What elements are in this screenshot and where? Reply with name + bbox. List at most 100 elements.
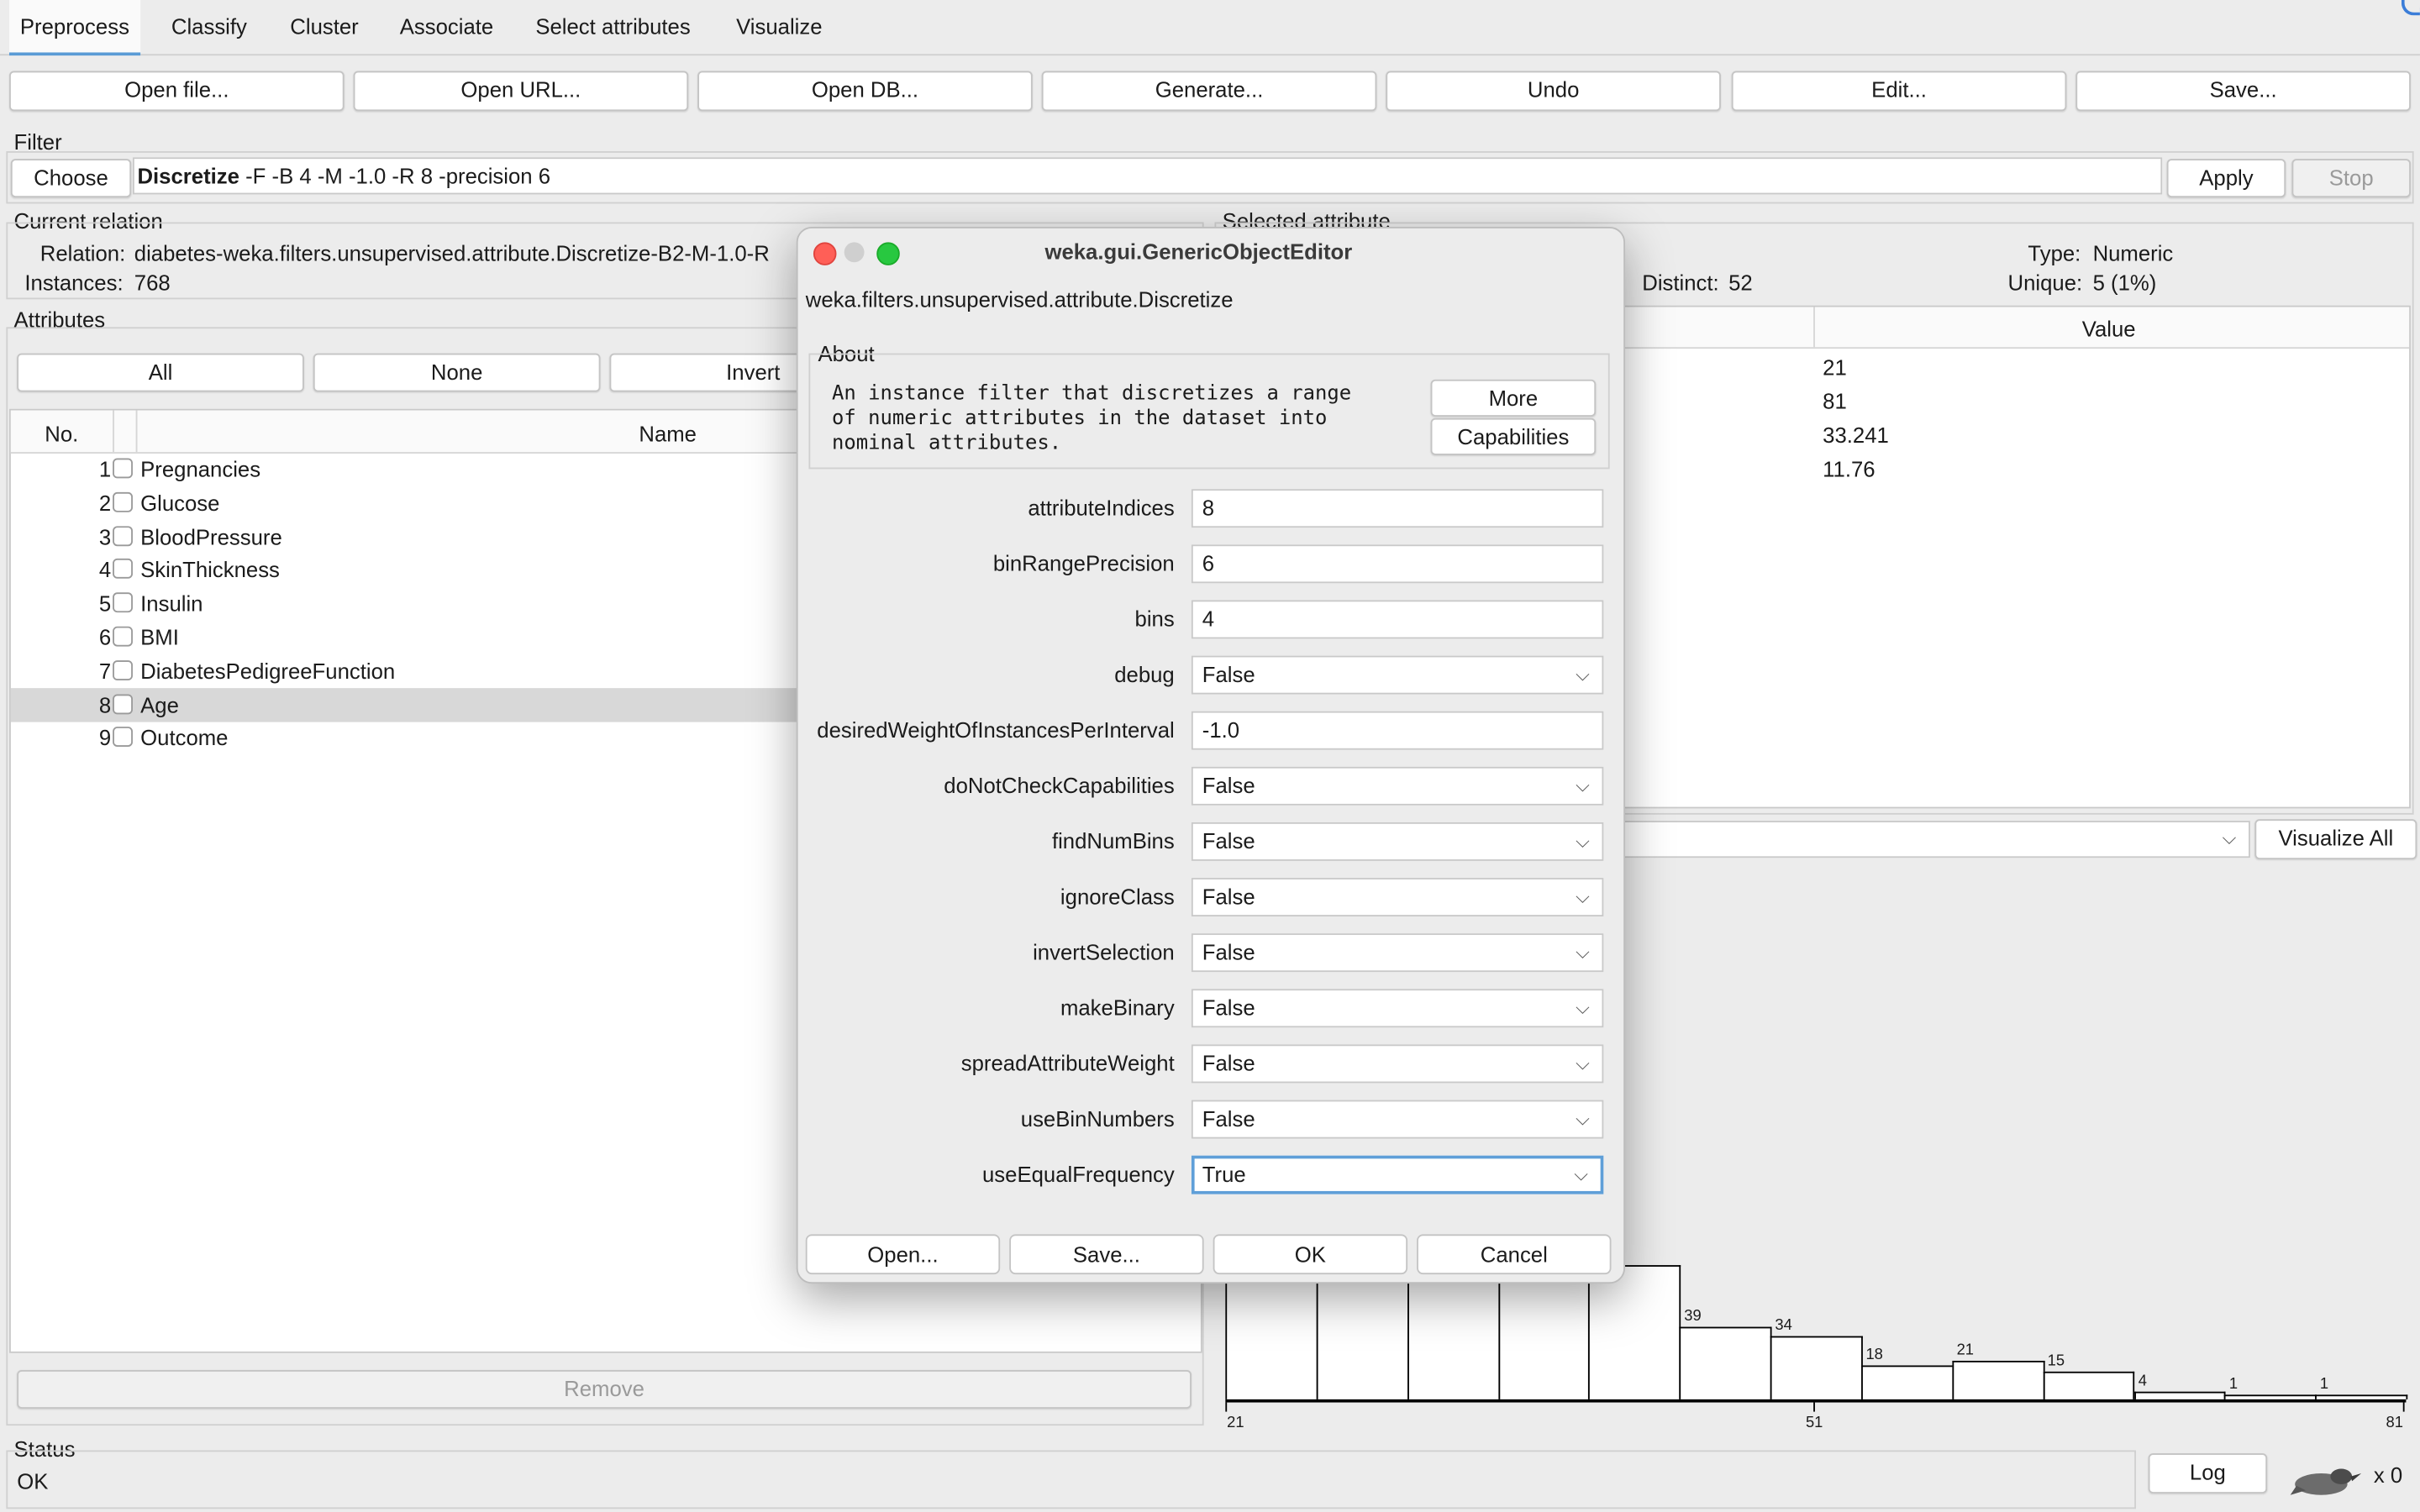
capabilities-button[interactable]: Capabilities [1430, 417, 1597, 455]
select-none-button[interactable]: None [313, 353, 601, 392]
row-checkbox[interactable] [113, 525, 133, 546]
tab-cluster[interactable]: Cluster [279, 0, 369, 52]
generate-button[interactable]: Generate... [1041, 71, 1377, 112]
type-label: Type: [2028, 240, 2081, 265]
param-select[interactable]: False ⌵ [1191, 878, 1604, 916]
column-header-name[interactable]: Name [639, 421, 697, 445]
more-button[interactable]: More [1430, 379, 1597, 417]
param-select[interactable]: False ⌵ [1191, 766, 1604, 806]
dialog-ok-button[interactable]: OK [1213, 1234, 1408, 1275]
row-checkbox[interactable] [113, 693, 133, 714]
histogram-count-label: 4 [2138, 1373, 2147, 1391]
tab-visualize[interactable]: Visualize [725, 0, 833, 52]
column-header-no[interactable]: No. [45, 421, 78, 445]
instances-value: 768 [134, 270, 171, 295]
column-header-value[interactable]: Value [2082, 317, 2136, 341]
tab-associate[interactable]: Associate [389, 0, 504, 52]
param-input[interactable]: 8 [1191, 489, 1604, 528]
edit-button[interactable]: Edit... [1731, 71, 2067, 112]
table-row[interactable]: 5 Insulin [11, 586, 813, 620]
param-value: False [1202, 995, 1255, 1021]
row-checkbox[interactable] [113, 592, 133, 613]
undo-button[interactable]: Undo [1386, 71, 1721, 112]
row-number: 1 [98, 456, 112, 482]
filter-spec-field[interactable]: Discretize -F -B 4 -M -1.0 -R 8 -precisi… [132, 157, 2163, 195]
param-select[interactable]: False ⌵ [1191, 822, 1604, 861]
histogram-bar [1497, 1265, 1591, 1399]
histogram-bar [2133, 1392, 2227, 1399]
dialog-save-button[interactable]: Save... [1009, 1234, 1204, 1275]
tab-preprocess[interactable]: Preprocess [9, 0, 140, 56]
param-value: True [1202, 1162, 1246, 1187]
table-row[interactable]: 9 Outcome [11, 721, 813, 754]
param-select[interactable]: False ⌵ [1191, 1044, 1604, 1084]
param-value: 4 [1202, 606, 1215, 632]
zoom-window-icon[interactable] [876, 242, 900, 265]
row-checkbox[interactable] [113, 659, 133, 680]
row-number: 8 [98, 691, 112, 717]
select-all-button[interactable]: All [17, 353, 304, 392]
stat-value-minimum: 21 [1823, 354, 1847, 380]
task-count: x 0 [2373, 1462, 2403, 1488]
dialog-open-button[interactable]: Open... [805, 1234, 1001, 1275]
param-select[interactable]: False ⌵ [1191, 989, 1604, 1028]
table-row[interactable]: 4 SkinThickness [11, 553, 813, 586]
close-window-icon[interactable] [813, 242, 837, 265]
param-value: False [1202, 1105, 1255, 1131]
row-checkbox[interactable] [113, 458, 133, 479]
chevron-down-icon: ⌵ [1576, 885, 1590, 907]
table-row[interactable]: 8 Age [10, 687, 813, 722]
histogram-bar [1679, 1326, 1772, 1399]
attribute-name: Outcome [140, 725, 229, 751]
param-select[interactable]: False ⌵ [1191, 655, 1604, 695]
histogram-bar [1316, 1265, 1409, 1399]
log-button[interactable]: Log [2148, 1453, 2268, 1494]
row-checkbox[interactable] [113, 727, 133, 748]
row-checkbox[interactable] [113, 626, 133, 647]
distinct-value: 52 [1728, 270, 1753, 295]
open-db-button[interactable]: Open DB... [697, 71, 1033, 112]
table-row[interactable]: 7 DiabetesPedigreeFunction [11, 654, 813, 687]
table-row[interactable]: 1 Pregnancies [11, 452, 813, 486]
column-divider [1813, 307, 1815, 348]
row-number: 3 [98, 523, 112, 549]
instances-label: Instances: [24, 270, 124, 295]
open-file-button[interactable]: Open file... [9, 71, 345, 112]
attribute-name: Glucose [140, 490, 220, 516]
table-row[interactable]: 2 Glucose [11, 486, 813, 519]
histogram-bar [1225, 1265, 1318, 1399]
tab-select-attributes[interactable]: Select attributes [524, 0, 701, 52]
attribute-name: SkinThickness [140, 557, 280, 583]
apply-button[interactable]: Apply [2166, 159, 2286, 198]
row-checkbox[interactable] [113, 559, 133, 580]
axis-tick-label: 81 [2386, 1415, 2403, 1432]
row-checkbox[interactable] [113, 491, 133, 512]
histogram-bar [1407, 1265, 1500, 1399]
tab-classify[interactable]: Classify [160, 0, 258, 52]
save-button[interactable]: Save... [2075, 71, 2411, 112]
attribute-name: Pregnancies [140, 456, 261, 482]
filter-name: Discretize [137, 163, 239, 189]
attribute-name: BMI [140, 624, 179, 650]
param-value: 6 [1202, 550, 1215, 576]
param-input[interactable]: 4 [1191, 600, 1604, 639]
visualize-all-button[interactable]: Visualize All [2254, 819, 2417, 860]
filter-options: -F -B 4 -M -1.0 -R 8 -precision 6 [239, 163, 551, 189]
chevron-down-icon: ⌵ [1576, 996, 1590, 1019]
tab-bar: Preprocess Classify Cluster Associate Se… [0, 0, 2420, 56]
table-row[interactable]: 6 BMI [11, 620, 813, 654]
param-label: makeBinary [1060, 995, 1175, 1021]
param-select[interactable]: False ⌵ [1191, 1100, 1604, 1139]
histogram-count-label: 1 [2228, 1376, 2238, 1394]
param-select[interactable]: False ⌵ [1191, 933, 1604, 973]
param-input[interactable]: 6 [1191, 544, 1604, 584]
param-input[interactable]: -1.0 [1191, 711, 1604, 750]
param-select[interactable]: True ⌵ [1191, 1155, 1604, 1194]
table-row[interactable]: 3 BloodPressure [11, 519, 813, 553]
param-value: False [1202, 939, 1255, 964]
dialog-cancel-button[interactable]: Cancel [1417, 1234, 1612, 1275]
open-url-button[interactable]: Open URL... [353, 71, 689, 112]
choose-filter-button[interactable]: Choose [10, 159, 132, 198]
column-divider [113, 410, 114, 453]
relation-value: diabetes-weka.filters.unsupervised.attri… [134, 240, 770, 265]
